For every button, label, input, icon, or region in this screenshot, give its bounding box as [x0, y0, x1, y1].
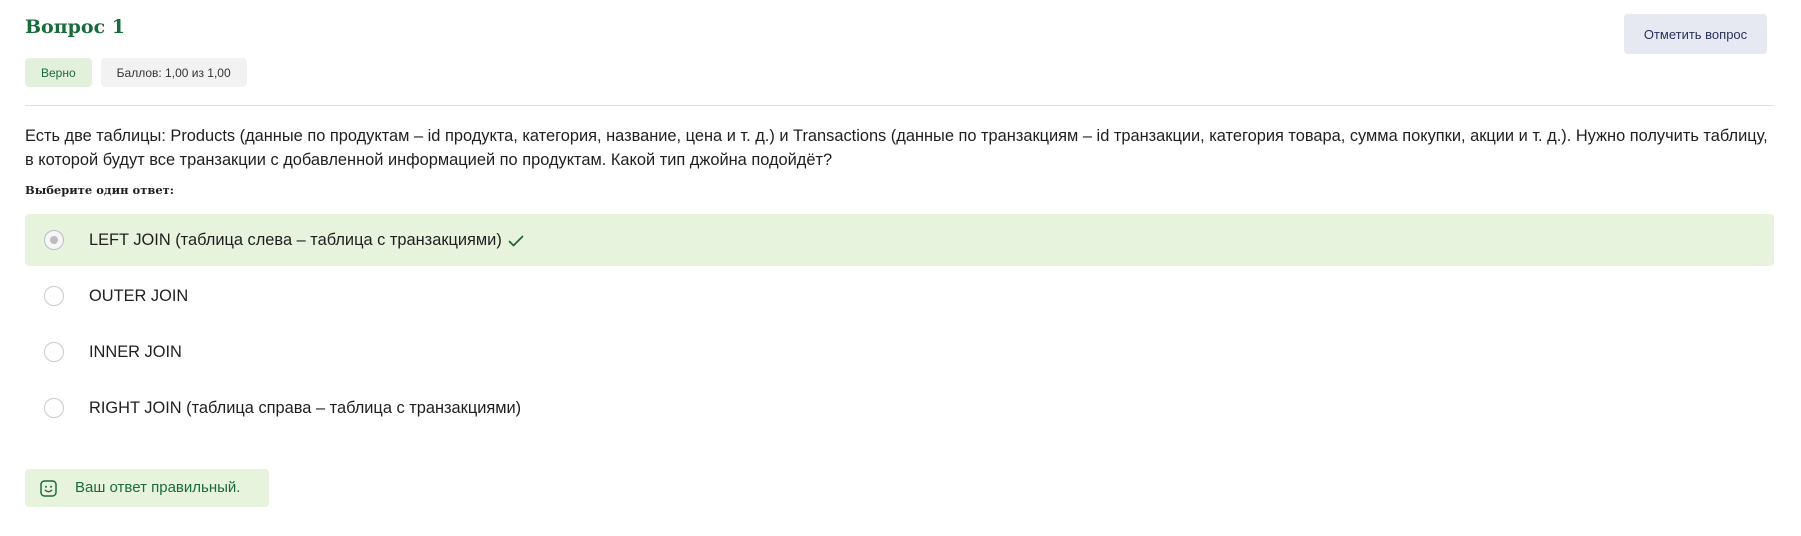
- check-icon: [508, 235, 524, 247]
- answer-prompt: Выберите один ответ:: [25, 183, 175, 197]
- answer-list: LEFT JOIN (таблица слева – таблица с тра…: [25, 214, 1774, 438]
- answer-option-2[interactable]: OUTER JOIN: [25, 270, 1774, 322]
- smile-icon: [40, 480, 57, 497]
- question-title: Вопрос 1: [25, 16, 126, 38]
- answer-label: RIGHT JOIN (таблица справа – таблица с т…: [89, 399, 522, 417]
- answer-label: INNER JOIN: [89, 343, 182, 361]
- status-badge: Верно: [25, 58, 92, 87]
- question-badges: Верно Баллов: 1,00 из 1,00: [25, 58, 247, 87]
- radio-button[interactable]: [44, 398, 64, 418]
- question-text: Есть две таблицы: Products (данные по пр…: [25, 127, 1768, 169]
- divider: [25, 105, 1774, 106]
- answer-label: OUTER JOIN: [89, 287, 189, 305]
- answer-option-1[interactable]: LEFT JOIN (таблица слева – таблица с тра…: [25, 214, 1774, 266]
- answer-option-4[interactable]: RIGHT JOIN (таблица справа – таблица с т…: [25, 382, 1774, 434]
- answer-option-3[interactable]: INNER JOIN: [25, 326, 1774, 378]
- radio-button[interactable]: [44, 230, 64, 250]
- flag-question-button[interactable]: Отметить вопрос: [1624, 14, 1767, 54]
- answer-label: LEFT JOIN (таблица слева – таблица с тра…: [89, 231, 502, 249]
- answer-label-wrap: LEFT JOIN (таблица слева – таблица с тра…: [89, 229, 524, 251]
- radio-button[interactable]: [44, 286, 64, 306]
- quiz-question: Вопрос 1 Верно Баллов: 1,00 из 1,00 Отме…: [0, 0, 1801, 536]
- score-badge: Баллов: 1,00 из 1,00: [100, 58, 247, 87]
- radio-button[interactable]: [44, 342, 64, 362]
- feedback-text: Ваш ответ правильный.: [75, 479, 241, 496]
- feedback-box: Ваш ответ правильный.: [25, 469, 269, 507]
